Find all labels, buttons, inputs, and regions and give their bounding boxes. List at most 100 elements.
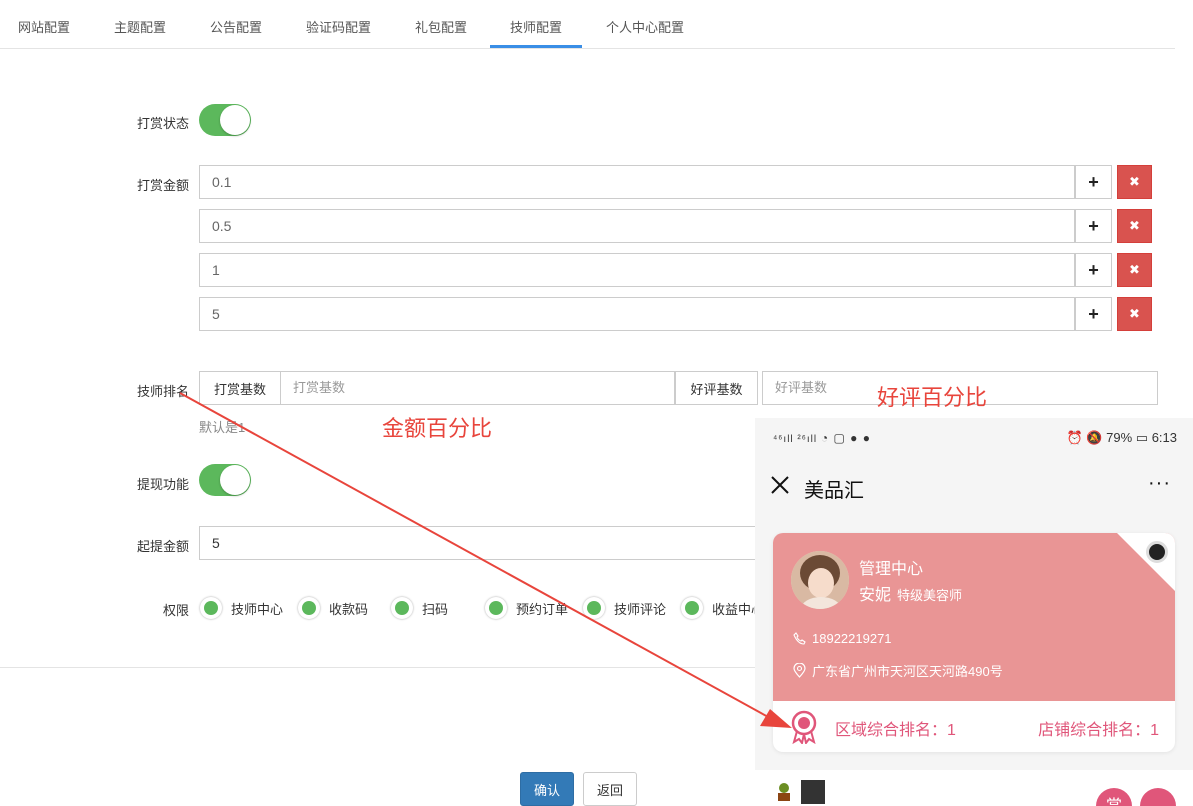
radio-icon (583, 597, 605, 619)
phone-nav-bar: 美品汇 ··· (755, 458, 1193, 515)
award-icon (791, 710, 817, 744)
plus-icon: + (1088, 303, 1099, 324)
technician-card: 管理中心 安妮 特级美容师 18922219271 广东省广州市天河区天河路490… (773, 533, 1175, 752)
times-icon: ✖ (1129, 306, 1140, 321)
mini-avatar (801, 780, 825, 804)
perm-scan[interactable]: 扫码 (391, 597, 448, 619)
amount-input[interactable]: 0.1 (199, 165, 1075, 199)
min-withdraw-input[interactable]: 5 (199, 526, 759, 560)
back-button[interactable]: 返回 (583, 772, 637, 806)
config-tabs: 网站配置 主题配置 公告配置 验证码配置 礼包配置 技师配置 个人中心配置 (0, 0, 1175, 49)
min-withdraw-label: 起提金额 (137, 539, 190, 554)
times-icon: ✖ (1129, 262, 1140, 277)
radio-icon (298, 597, 320, 619)
perm-text: 收款码 (329, 601, 369, 617)
battery-percent: 79% (1106, 430, 1133, 445)
withdraw-label: 提现功能 (137, 477, 190, 492)
active-tab-indicator (490, 45, 582, 48)
card-phone: 18922219271 (793, 631, 892, 646)
annotation-review-percent: 好评百分比 (877, 386, 988, 411)
tab-personal-center-config[interactable]: 个人中心配置 (606, 17, 684, 36)
reward-amount-label: 打赏金额 (137, 178, 190, 193)
withdraw-toggle[interactable] (199, 464, 251, 496)
delete-amount-button[interactable]: ✖ (1117, 209, 1152, 243)
reward-base-addon: 打赏基数 (199, 371, 281, 405)
radio-icon (391, 597, 413, 619)
status-right: ⏰ 🔕 79% ▭ 6:13 (1067, 430, 1178, 446)
close-icon[interactable] (769, 474, 791, 496)
tab-theme-config[interactable]: 主题配置 (114, 17, 166, 36)
clock: 6:13 (1151, 430, 1177, 445)
plus-icon: + (1088, 215, 1099, 236)
store-rank: 店铺综合排名：1 (1038, 722, 1159, 739)
like-fab[interactable] (1140, 788, 1176, 806)
phone-number: 18922219271 (812, 631, 892, 646)
perm-technician-center[interactable]: 技师中心 (200, 597, 283, 619)
address-text: 广东省广州市天河区天河路490号 (812, 664, 1003, 679)
radio-icon (200, 597, 222, 619)
reward-status-toggle[interactable] (199, 104, 251, 136)
battery-icon: ▭ (1135, 430, 1149, 445)
reward-status-label: 打赏状态 (137, 116, 190, 131)
ranking-label: 技师排名 (137, 384, 190, 399)
annotation-amount-percent: 金额百分比 (382, 417, 493, 442)
perm-text: 扫码 (422, 601, 449, 617)
review-base-addon: 好评基数 (675, 371, 758, 405)
tab-notice-config[interactable]: 公告配置 (210, 17, 262, 36)
phone-preview: ⁴⁶ıll ²⁶ıll ◔ ▢ ● ● ⏰ 🔕 79% ▭ 6:13 美品汇 ·… (755, 418, 1193, 806)
bottom-strip: 赏 (755, 770, 1193, 806)
add-amount-button[interactable]: + (1075, 253, 1112, 287)
perm-payment-code[interactable]: 收款码 (298, 597, 368, 619)
amount-input[interactable]: 1 (199, 253, 1075, 287)
location-icon (793, 663, 806, 678)
form-divider (0, 667, 755, 668)
times-icon: ✖ (1129, 218, 1140, 233)
tab-technician-config[interactable]: 技师配置 (510, 17, 562, 36)
card-title: 管理中心 (859, 561, 924, 578)
ranking-help-text: 默认是1 (199, 420, 246, 435)
tab-website-config[interactable]: 网站配置 (18, 17, 70, 36)
badge-icon (1146, 541, 1168, 563)
signal-text: ⁴⁶ıll ²⁶ıll (773, 434, 818, 445)
perm-booking-orders[interactable]: 预约订单 (485, 597, 568, 619)
reward-base-input[interactable]: 打赏基数 (280, 371, 675, 405)
technician-name: 安妮 (859, 587, 892, 604)
perm-earnings-center[interactable]: 收益中心 (681, 597, 764, 619)
delete-amount-button[interactable]: ✖ (1117, 165, 1152, 199)
permissions-label: 权限 (163, 603, 190, 618)
mini-avatar (778, 783, 790, 801)
avatar (791, 551, 849, 609)
delete-amount-button[interactable]: ✖ (1117, 253, 1152, 287)
signal-indicators: ⁴⁶ıll ²⁶ıll ◔ ▢ ● ● (773, 431, 871, 445)
delete-amount-button[interactable]: ✖ (1117, 297, 1152, 331)
phone-icon (793, 632, 806, 645)
add-amount-button[interactable]: + (1075, 297, 1112, 331)
reward-fab[interactable]: 赏 (1096, 788, 1132, 806)
technician-role: 特级美容师 (897, 588, 963, 603)
alarm-icon: ⏰ 🔕 (1066, 430, 1107, 445)
app-title: 美品汇 (804, 480, 864, 502)
amount-input[interactable]: 5 (199, 297, 1075, 331)
times-icon: ✖ (1129, 174, 1140, 189)
status-icons: ◔ ▢ ● ● (820, 431, 871, 445)
more-icon[interactable]: ··· (1148, 472, 1171, 495)
card-address: 广东省广州市天河区天河路490号 (793, 661, 1003, 680)
region-rank: 区域综合排名：1 (835, 722, 956, 739)
perm-text: 预约订单 (516, 601, 569, 617)
tab-captcha-config[interactable]: 验证码配置 (306, 17, 371, 36)
toggle-knob (220, 465, 250, 495)
add-amount-button[interactable]: + (1075, 165, 1112, 199)
perm-text: 技师中心 (231, 601, 284, 617)
perm-text: 技师评论 (614, 601, 667, 617)
perm-technician-reviews[interactable]: 技师评论 (583, 597, 666, 619)
plus-icon: + (1088, 171, 1099, 192)
radio-icon (681, 597, 703, 619)
technician-name-row: 安妮 特级美容师 (859, 581, 962, 605)
add-amount-button[interactable]: + (1075, 209, 1112, 243)
card-corner (1117, 533, 1175, 591)
tab-gift-config[interactable]: 礼包配置 (415, 17, 467, 36)
amount-input[interactable]: 0.5 (199, 209, 1075, 243)
confirm-button[interactable]: 确认 (520, 772, 574, 806)
toggle-knob (220, 105, 250, 135)
plus-icon: + (1088, 259, 1099, 280)
